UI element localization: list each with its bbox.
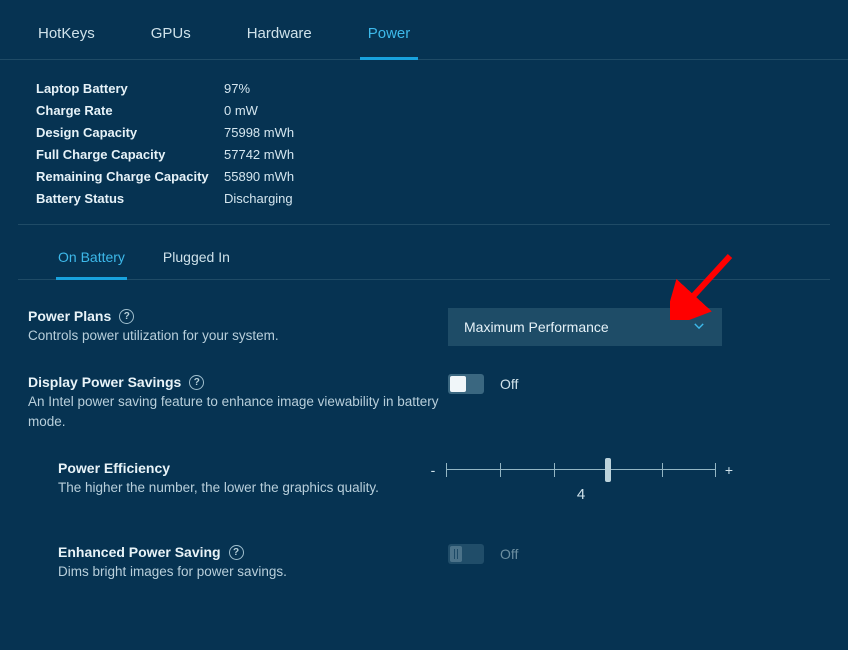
slider-minus[interactable]: - [428, 462, 438, 478]
label-remaining-charge-capacity: Remaining Charge Capacity [36, 166, 224, 188]
power-plans-desc: Controls power utilization for your syst… [28, 326, 448, 346]
setting-power-efficiency: Power Efficiency The higher the number, … [28, 460, 830, 498]
help-icon[interactable]: ? [229, 545, 244, 560]
value-remaining-charge-capacity: 55890 mWh [224, 166, 294, 188]
chevron-down-icon [692, 319, 706, 336]
tab-hardware[interactable]: Hardware [239, 25, 320, 59]
tab-gpus[interactable]: GPUs [143, 25, 199, 59]
slider-value: 4 [577, 486, 585, 503]
main-tabs: HotKeys GPUs Hardware Power [0, 0, 848, 60]
help-icon[interactable]: ? [119, 309, 134, 324]
enhanced-power-saving-toggle [448, 544, 484, 564]
info-row-battery-status: Battery Status Discharging [36, 188, 830, 210]
label-full-charge-capacity: Full Charge Capacity [36, 144, 224, 166]
power-plans-title: Power Plans [28, 308, 111, 324]
power-mode-tabs: On Battery Plugged In [18, 225, 830, 280]
label-laptop-battery: Laptop Battery [36, 78, 224, 100]
info-row-remaining-charge-capacity: Remaining Charge Capacity 55890 mWh [36, 166, 830, 188]
value-battery-status: Discharging [224, 188, 293, 210]
settings-section: Power Plans ? Controls power utilization… [0, 280, 848, 582]
label-charge-rate: Charge Rate [36, 100, 224, 122]
label-design-capacity: Design Capacity [36, 122, 224, 144]
info-row-charge-rate: Charge Rate 0 mW [36, 100, 830, 122]
power-efficiency-desc: The higher the number, the lower the gra… [58, 478, 428, 498]
subtab-on-battery[interactable]: On Battery [56, 249, 127, 280]
tab-power[interactable]: Power [360, 25, 419, 60]
info-row-full-charge-capacity: Full Charge Capacity 57742 mWh [36, 144, 830, 166]
slider-plus[interactable]: + [724, 462, 734, 478]
value-charge-rate: 0 mW [224, 100, 258, 122]
enhanced-power-saving-state: Off [500, 546, 518, 562]
power-plans-selected: Maximum Performance [464, 319, 609, 335]
display-power-savings-desc: An Intel power saving feature to enhance… [28, 392, 448, 432]
setting-enhanced-power-saving: Enhanced Power Saving ? Dims bright imag… [28, 544, 830, 582]
value-full-charge-capacity: 57742 mWh [224, 144, 294, 166]
subtab-plugged-in[interactable]: Plugged In [161, 249, 232, 279]
setting-power-plans: Power Plans ? Controls power utilization… [28, 308, 830, 346]
setting-display-power-savings: Display Power Savings ? An Intel power s… [28, 374, 830, 432]
value-laptop-battery: 97% [224, 78, 250, 100]
tab-hotkeys[interactable]: HotKeys [30, 25, 103, 59]
enhanced-power-saving-title: Enhanced Power Saving [58, 544, 221, 560]
battery-info-section: Laptop Battery 97% Charge Rate 0 mW Desi… [18, 60, 830, 225]
display-power-savings-title: Display Power Savings [28, 374, 181, 390]
display-power-savings-state: Off [500, 376, 518, 392]
info-row-design-capacity: Design Capacity 75998 mWh [36, 122, 830, 144]
label-battery-status: Battery Status [36, 188, 224, 210]
power-plans-dropdown[interactable]: Maximum Performance [448, 308, 722, 346]
slider-thumb[interactable] [605, 458, 611, 482]
value-design-capacity: 75998 mWh [224, 122, 294, 144]
power-efficiency-slider[interactable]: - 4 + [428, 458, 734, 482]
help-icon[interactable]: ? [189, 375, 204, 390]
power-efficiency-title: Power Efficiency [58, 460, 170, 476]
enhanced-power-saving-desc: Dims bright images for power savings. [58, 562, 448, 582]
info-row-laptop-battery: Laptop Battery 97% [36, 78, 830, 100]
display-power-savings-toggle[interactable] [448, 374, 484, 394]
